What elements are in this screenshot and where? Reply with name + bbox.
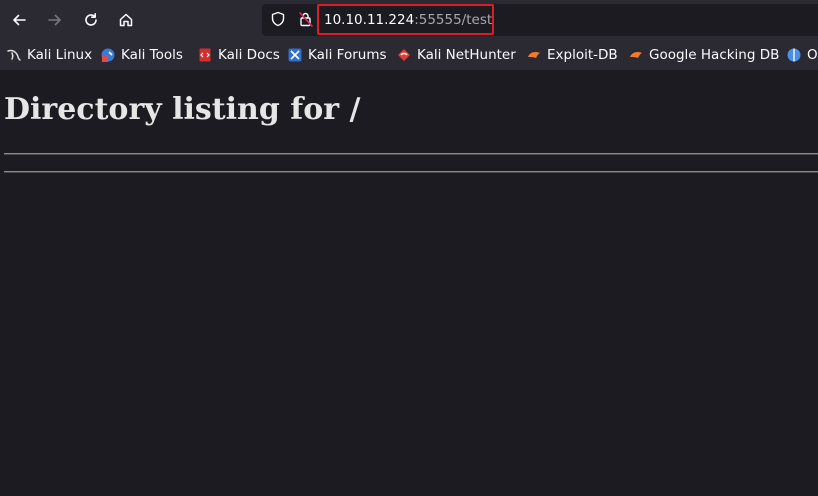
bookmark-kali-tools[interactable]: Kali Tools — [100, 46, 183, 64]
kali-nethunter-icon — [398, 49, 410, 61]
kali-docs-icon — [199, 48, 211, 62]
back-button[interactable] — [5, 6, 33, 34]
page-title: Directory listing for / — [4, 92, 361, 127]
bookmark-google-hacking-db[interactable]: Google Hacking DB — [628, 46, 779, 64]
page-content: Directory listing for / — [0, 70, 818, 496]
bookmark-label: Kali Linux — [27, 47, 93, 63]
exploit-db-icon — [528, 52, 540, 58]
forward-button[interactable] — [41, 6, 69, 34]
horizontal-rule-top — [4, 153, 818, 155]
kali-dragon-icon — [7, 49, 21, 61]
arrow-left-icon — [13, 14, 26, 26]
bookmark-label: Kali NetHunter — [417, 47, 516, 63]
bookmark-kali-docs[interactable]: Kali Docs — [197, 46, 280, 64]
bookmark-kali-linux[interactable]: Kali Linux — [6, 46, 92, 64]
home-button[interactable] — [112, 6, 140, 34]
bookmark-label: Google Hacking DB — [649, 47, 780, 63]
offsec-icon — [787, 48, 801, 62]
bookmark-label: Kali Tools — [121, 47, 183, 63]
kali-forums-icon — [288, 48, 302, 62]
horizontal-rule-bottom — [4, 171, 818, 173]
bookmark-label: Kali Docs — [218, 47, 280, 63]
reload-button[interactable] — [77, 6, 105, 34]
bookmark-kali-forums[interactable]: Kali Forums — [287, 46, 387, 64]
insecure-lock-icon[interactable] — [298, 11, 314, 27]
url-host: 10.10.11.224 — [324, 12, 415, 28]
navigation-toolbar: 10.10.11.224:55555/test — [0, 0, 818, 40]
kali-tools-icon — [101, 48, 115, 62]
bookmark-exploit-db[interactable]: Exploit-DB — [526, 46, 618, 64]
url-text[interactable]: 10.10.11.224:55555/test — [324, 11, 492, 29]
bookmarks-toolbar: Kali Linux Kali Tools Kali Docs Kali For… — [0, 40, 818, 70]
url-path: :55555/test — [414, 12, 493, 28]
arrow-right-icon — [48, 14, 61, 26]
browser-window: 10.10.11.224:55555/test Kali Linux Kali … — [0, 0, 818, 496]
bookmark-label: Kali Forums — [308, 47, 387, 63]
bookmark-kali-nethunter[interactable]: Kali NetHunter — [396, 46, 516, 64]
bookmark-label: O — [807, 47, 818, 63]
address-bar[interactable]: 10.10.11.224:55555/test — [262, 4, 818, 36]
reload-icon — [85, 13, 97, 26]
home-icon — [119, 13, 133, 27]
bookmark-label: Exploit-DB — [547, 47, 618, 63]
bookmark-offsec[interactable]: O — [786, 46, 818, 64]
ghdb-icon — [630, 52, 642, 58]
tracking-protection-shield-icon[interactable] — [270, 11, 286, 27]
